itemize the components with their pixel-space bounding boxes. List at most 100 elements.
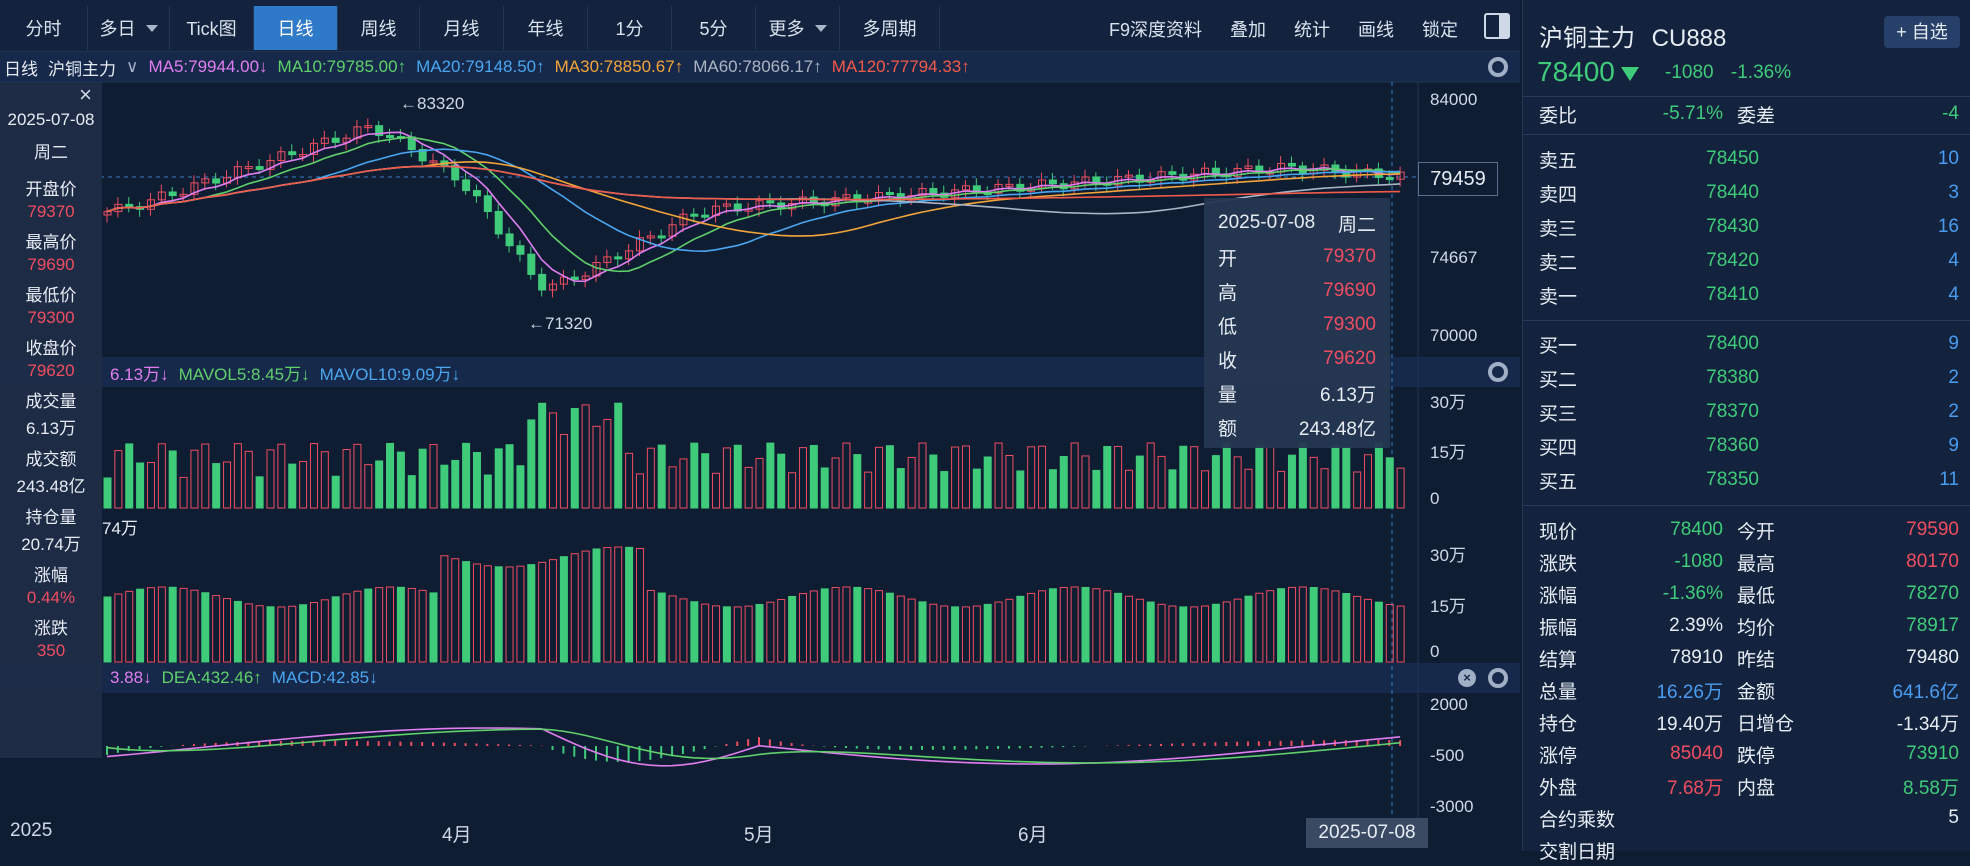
oi-bar bbox=[473, 564, 480, 662]
oi-bar bbox=[702, 604, 709, 662]
info-key: 收盘价 bbox=[0, 334, 102, 359]
oi-bar bbox=[658, 593, 665, 662]
candle-body bbox=[1212, 168, 1219, 174]
stat-k: 现价 bbox=[1539, 517, 1599, 544]
oi-bar bbox=[1060, 587, 1067, 662]
candle-body bbox=[930, 188, 937, 193]
oi-axis-bottom: 0 bbox=[1430, 642, 1439, 662]
divider bbox=[1523, 96, 1970, 97]
oi-bar bbox=[604, 548, 611, 662]
oi-bar bbox=[300, 605, 307, 662]
stat-row: 结算78910昨结79480 bbox=[1539, 642, 1959, 674]
volume-bar bbox=[919, 443, 926, 508]
oi-bar bbox=[506, 567, 513, 662]
volume-bar bbox=[908, 457, 915, 508]
book-k: 买三 bbox=[1539, 399, 1609, 426]
oi-bar bbox=[571, 554, 578, 662]
info-key: 涨幅 bbox=[0, 561, 102, 586]
oi-bar bbox=[919, 602, 926, 662]
weibi-label: 委比 bbox=[1539, 101, 1599, 128]
stat-v2: 79480 bbox=[1817, 647, 1959, 669]
stat-row: 外盘7.68万内盘8.58万 bbox=[1539, 770, 1959, 802]
book-v: 16 bbox=[1759, 216, 1959, 238]
order-book-row: 买三783702 bbox=[1539, 396, 1959, 428]
tooltip-value: 6.13万 bbox=[1320, 380, 1376, 407]
tooltip-key: 高 bbox=[1218, 278, 1237, 305]
order-book-row: 买四783609 bbox=[1539, 430, 1959, 462]
oi-bar bbox=[245, 604, 252, 662]
info-weekday: 周二 bbox=[0, 138, 102, 163]
oi-bar bbox=[169, 587, 176, 662]
volume-bar bbox=[1071, 443, 1078, 508]
stat-k: 涨幅 bbox=[1539, 581, 1599, 608]
info-value: 79620 bbox=[0, 361, 102, 381]
book-v: 4 bbox=[1759, 250, 1959, 272]
stat-v: 85040 bbox=[1599, 743, 1723, 765]
candle-body bbox=[539, 274, 546, 290]
volume-bar bbox=[256, 477, 263, 508]
stat-v2: 73910 bbox=[1817, 743, 1959, 765]
stat-row: 合约乘数5 bbox=[1539, 802, 1959, 834]
close-icon[interactable]: × bbox=[79, 82, 92, 108]
volume-bar bbox=[1310, 457, 1317, 508]
volume-bar bbox=[365, 465, 372, 508]
candle-body bbox=[506, 234, 513, 246]
oi-bar bbox=[463, 562, 470, 662]
candle-body bbox=[463, 180, 470, 191]
stat-v2: 78270 bbox=[1817, 583, 1959, 605]
oi-bar bbox=[984, 604, 991, 662]
volume-bar bbox=[1375, 443, 1382, 508]
oi-bar bbox=[517, 566, 524, 662]
oi-bar bbox=[669, 596, 676, 662]
tooltip-row: 额243.48亿 bbox=[1218, 410, 1376, 444]
stat-k: 涨跌 bbox=[1539, 549, 1599, 576]
last-price: 78400 bbox=[1537, 56, 1639, 88]
candle-body bbox=[767, 201, 774, 203]
crosshair-tooltip: 2025-07-08 周二 开79370高79690低79300收79620量6… bbox=[1204, 198, 1390, 448]
vol-axis-top: 30万 bbox=[1430, 388, 1466, 413]
change-value: -1080 bbox=[1665, 62, 1714, 83]
book-k: 买一 bbox=[1539, 331, 1609, 358]
tooltip-value: 79690 bbox=[1323, 280, 1376, 302]
volume-bar bbox=[593, 426, 600, 508]
stat-v: -1080 bbox=[1599, 551, 1723, 573]
volume-bar bbox=[1299, 443, 1306, 508]
oi-bar bbox=[365, 589, 372, 662]
volume-bar bbox=[702, 454, 709, 508]
volume-bar bbox=[647, 448, 654, 508]
volume-bar bbox=[973, 469, 980, 508]
volume-bar bbox=[1125, 470, 1132, 508]
candle-body bbox=[658, 236, 665, 238]
crosshair-info-panel: × 2025-07-08 周二 开盘价79370最高价79690最低价79300… bbox=[0, 82, 102, 758]
info-key: 开盘价 bbox=[0, 175, 102, 200]
stat-k2: 日增仓 bbox=[1737, 709, 1817, 736]
stat-v: 78400 bbox=[1599, 519, 1723, 541]
oi-bar bbox=[756, 605, 763, 662]
volume-bar bbox=[723, 448, 730, 508]
volume-bar bbox=[1354, 472, 1361, 508]
oi-bar bbox=[354, 591, 361, 662]
book-k: 卖二 bbox=[1539, 248, 1609, 275]
book-p: 78400 bbox=[1609, 333, 1759, 355]
volume-bar bbox=[1006, 455, 1013, 508]
volume-bar bbox=[962, 446, 969, 508]
volume-bar bbox=[604, 419, 611, 508]
info-key: 成交额 bbox=[0, 445, 102, 470]
info-items: 开盘价79370最高价79690最低价79300收盘价79620成交量6.13万… bbox=[0, 175, 102, 661]
volume-bar bbox=[669, 467, 676, 508]
candle-body bbox=[886, 193, 893, 195]
volume-bar bbox=[1223, 443, 1230, 508]
info-key: 持仓量 bbox=[0, 503, 102, 528]
oi-bar bbox=[1375, 602, 1382, 662]
volume-bar bbox=[952, 447, 959, 508]
price-change: -1080 -1.36% bbox=[1665, 62, 1791, 84]
order-book-row: 买五7835011 bbox=[1539, 464, 1959, 496]
add-watchlist-button[interactable]: + 自选 bbox=[1884, 16, 1960, 48]
tooltip-rows: 开79370高79690低79300收79620量6.13万额243.48亿 bbox=[1218, 240, 1376, 444]
order-book-row: 买二783802 bbox=[1539, 362, 1959, 394]
info-value: 0.44% bbox=[0, 588, 102, 608]
oi-bar bbox=[1191, 607, 1198, 662]
oi-bar bbox=[1147, 602, 1154, 662]
date-axis-may: 5月 bbox=[744, 820, 774, 847]
oi-bar bbox=[397, 587, 404, 662]
